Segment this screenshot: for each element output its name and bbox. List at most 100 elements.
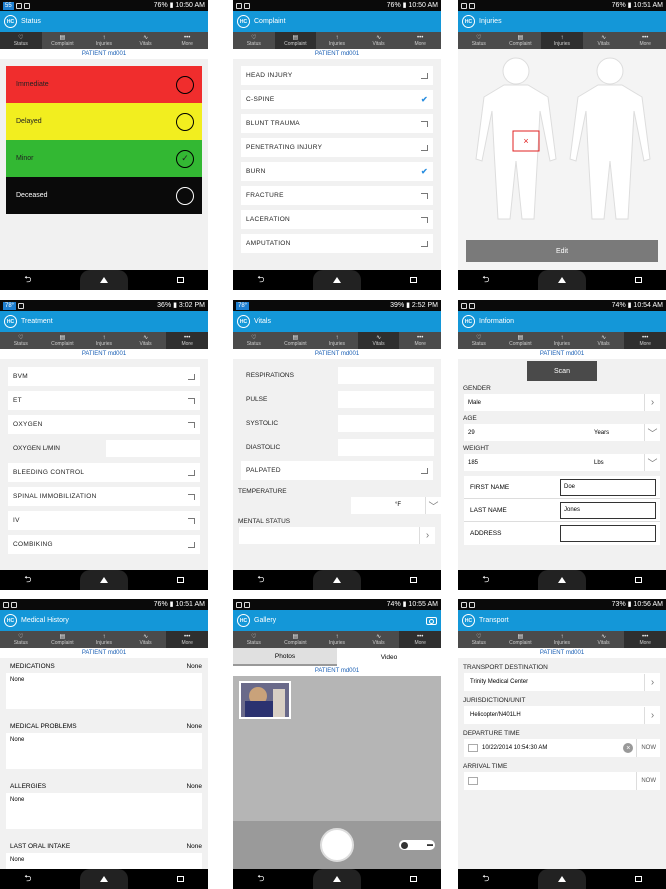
recents-icon[interactable] (634, 577, 642, 583)
departure-now-button[interactable]: NOW (636, 739, 660, 757)
home-button[interactable] (80, 570, 129, 590)
home-button[interactable] (538, 270, 587, 290)
tab-more[interactable]: ••• More (624, 631, 666, 648)
complaint-item[interactable]: LACERATION (241, 210, 433, 229)
recents-icon[interactable] (176, 876, 184, 882)
camera-icon[interactable] (426, 616, 437, 625)
tab-vitals[interactable]: ∿ Vitals (583, 32, 625, 49)
scan-button[interactable]: Scan (527, 361, 597, 381)
checkbox-icon[interactable] (421, 120, 428, 127)
treatment-item[interactable]: COMBIKING (8, 535, 200, 554)
systolic-input[interactable] (338, 414, 434, 432)
status-option-deceased[interactable]: Deceased (6, 177, 202, 214)
tab-status[interactable]: ♡ Status (458, 631, 500, 648)
tab-injuries[interactable]: ↑ Injuries (83, 332, 125, 349)
checkbox-icon[interactable] (421, 192, 428, 199)
tab-vitals[interactable]: ∿ Vitals (583, 631, 625, 648)
tab-complaint[interactable]: ▤ Complaint (42, 631, 84, 648)
weight-unit-select[interactable]: Lbs (594, 460, 644, 466)
back-icon[interactable]: ⮌ (482, 871, 489, 887)
tab-injuries[interactable]: ↑ Injuries (541, 631, 583, 648)
chevron-down-icon[interactable]: ﹀ (644, 454, 660, 471)
checkbox-icon[interactable] (188, 421, 195, 428)
back-icon[interactable]: ⮌ (482, 272, 489, 288)
first-name-input[interactable]: Doe (560, 478, 656, 496)
calendar-icon[interactable] (468, 777, 478, 785)
tab-complaint[interactable]: ▤ Complaint (500, 32, 542, 49)
home-button[interactable] (313, 270, 362, 290)
tab-status[interactable]: ♡ Status (0, 332, 42, 349)
tab-status[interactable]: ♡ Status (233, 631, 275, 648)
tab-complaint[interactable]: ▤ Complaint (42, 32, 84, 49)
tab-status[interactable]: ♡ Status (458, 32, 500, 49)
checkbox-icon[interactable] (188, 493, 195, 500)
temperature-input[interactable] (351, 497, 395, 514)
back-icon[interactable]: ⮌ (257, 572, 264, 588)
tab-complaint[interactable]: ▤ Complaint (275, 631, 317, 648)
tab-vitals[interactable]: ∿ Vitals (357, 332, 400, 349)
treatment-item[interactable]: BVM (8, 367, 200, 386)
diastolic-input[interactable] (338, 438, 434, 456)
home-button[interactable] (80, 270, 129, 290)
edit-button[interactable]: Edit (466, 240, 658, 262)
tab-vitals[interactable]: ∿ Vitals (583, 332, 625, 349)
age-input[interactable]: 29 (464, 430, 594, 436)
home-button[interactable] (313, 869, 362, 889)
tab-status[interactable]: ♡ Status (0, 631, 42, 648)
checkbox-icon[interactable] (421, 216, 428, 223)
tab-vitals[interactable]: ∿ Vitals (125, 631, 167, 648)
home-button[interactable] (80, 869, 129, 889)
back-icon[interactable]: ⮌ (257, 871, 264, 887)
recents-icon[interactable] (409, 876, 417, 882)
photo-thumbnail[interactable] (239, 681, 291, 719)
recents-icon[interactable] (176, 277, 184, 283)
tab-vitals[interactable]: ∿ Vitals (125, 332, 167, 349)
treatment-item[interactable]: OXYGEN (8, 415, 200, 434)
medical-problems-textarea[interactable]: None (6, 733, 202, 769)
checkmark-icon[interactable]: ✔ (421, 167, 428, 176)
recents-icon[interactable] (409, 277, 417, 283)
checkbox-icon[interactable] (188, 541, 195, 548)
calendar-icon[interactable] (468, 744, 478, 752)
radio-checked-icon[interactable]: ✓ (176, 149, 194, 168)
body-diagram[interactable]: × (458, 49, 666, 224)
back-icon[interactable]: ⮌ (24, 572, 31, 588)
home-button[interactable] (538, 869, 587, 889)
tab-vitals[interactable]: ∿ Vitals (125, 32, 167, 49)
tab-more[interactable]: ••• More (166, 32, 208, 49)
radio-circle-icon[interactable] (176, 112, 194, 131)
tab-injuries[interactable]: ↑ Injuries (316, 32, 358, 49)
shutter-button[interactable] (320, 828, 354, 862)
back-icon[interactable]: ⮌ (24, 871, 31, 887)
tab-injuries[interactable]: ↑ Injuries (316, 631, 358, 648)
complaint-item[interactable]: FRACTURE (241, 186, 433, 205)
gender-select[interactable]: Male › (464, 394, 660, 411)
complaint-item[interactable]: BURN ✔ (241, 162, 433, 181)
checkbox-icon[interactable] (421, 72, 428, 79)
checkmark-icon[interactable]: ✔ (421, 95, 428, 104)
destination-select[interactable]: Trinity Medical Center › (464, 673, 660, 691)
status-option-immediate[interactable]: Immediate (6, 66, 202, 103)
complaint-item[interactable]: AMPUTATION (241, 234, 433, 253)
allergies-textarea[interactable]: None (6, 793, 202, 829)
complaint-item[interactable]: BLUNT TRAUMA (241, 114, 433, 133)
arrival-now-button[interactable]: NOW (636, 772, 660, 790)
complaint-item[interactable]: PENETRATING INJURY (241, 138, 433, 157)
back-icon[interactable]: ⮌ (257, 272, 264, 288)
checkbox-icon[interactable] (188, 517, 195, 524)
status-option-minor[interactable]: Minor ✓ (6, 140, 202, 177)
tab-vitals[interactable]: ∿ Vitals (358, 631, 400, 648)
treatment-item[interactable]: IV (8, 511, 200, 530)
respirations-input[interactable] (338, 366, 434, 384)
tab-injuries[interactable]: ↑ Injuries (83, 631, 125, 648)
radio-circle-icon[interactable] (176, 186, 194, 205)
oxygen-lmin-input[interactable] (106, 440, 200, 457)
tab-more[interactable]: ••• More (399, 32, 441, 49)
tab-injuries[interactable]: ↑ Injuries (541, 332, 583, 349)
tab-injuries[interactable]: ↑ Injuries (316, 332, 358, 349)
tab-complaint[interactable]: ▤ Complaint (500, 631, 542, 648)
home-button[interactable] (538, 570, 587, 590)
palpated-toggle[interactable]: PALPATED (241, 461, 433, 480)
tab-vitals[interactable]: ∿ Vitals (358, 32, 400, 49)
back-icon[interactable]: ⮌ (482, 572, 489, 588)
